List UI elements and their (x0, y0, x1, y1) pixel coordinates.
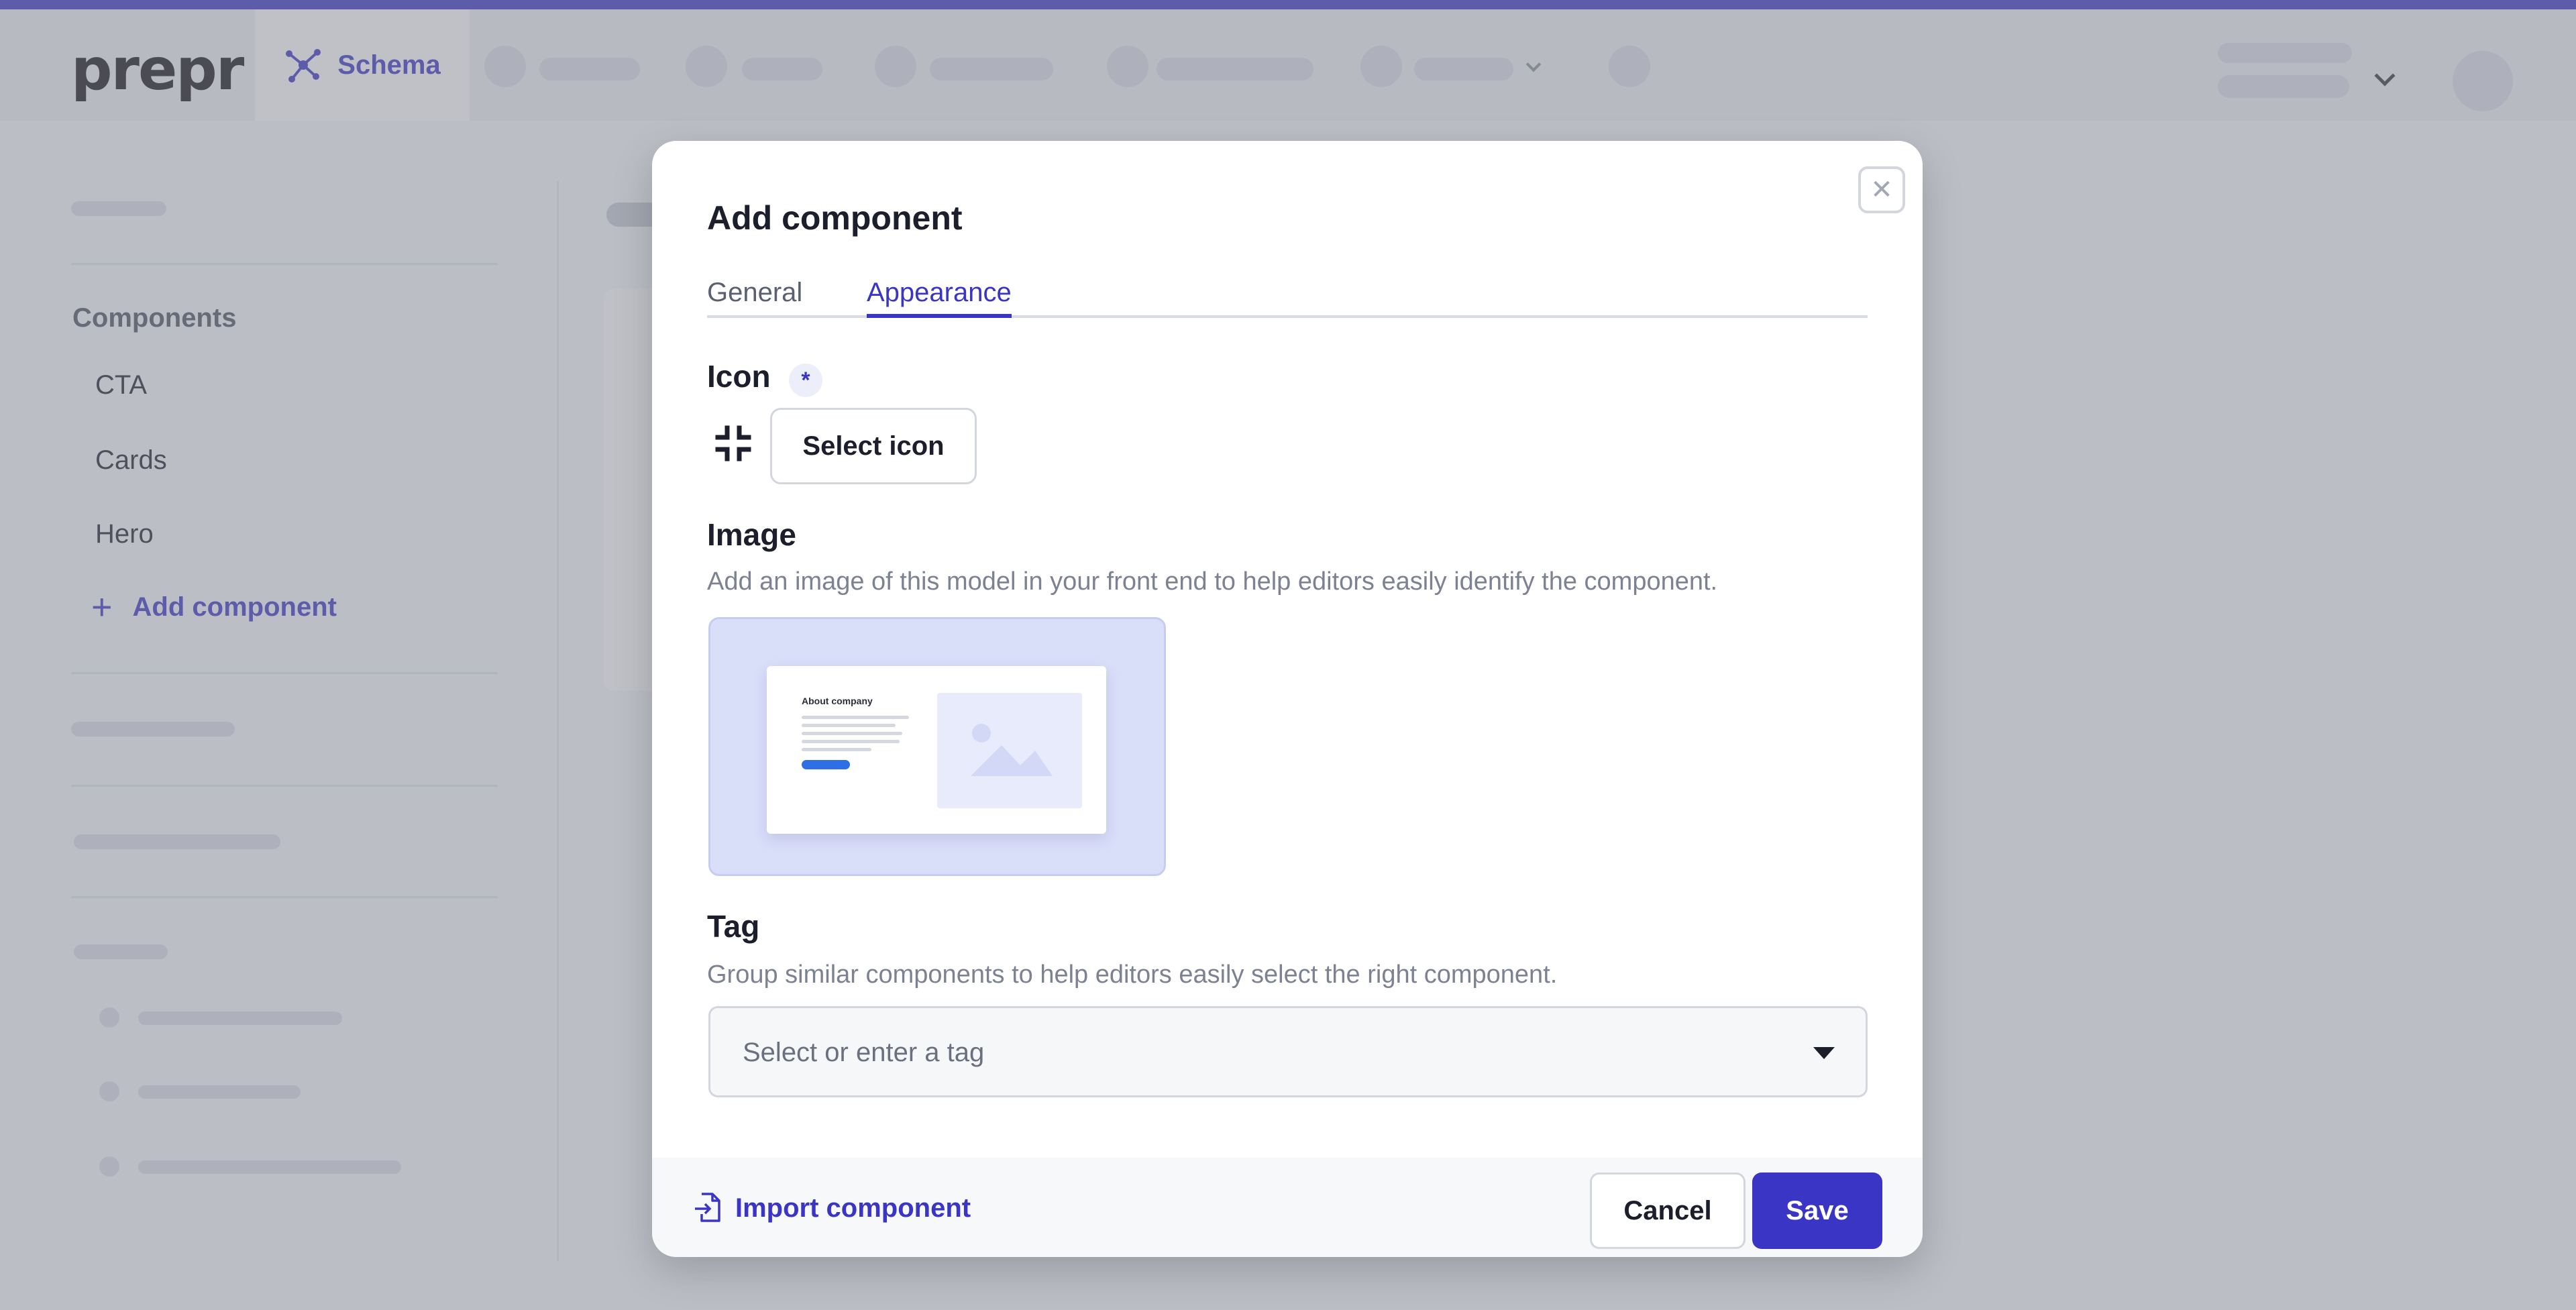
preview-text-line (802, 748, 871, 751)
image-field-label: Image (707, 517, 796, 552)
preview-text-line (802, 732, 902, 735)
cancel-button[interactable]: Cancel (1590, 1172, 1746, 1249)
import-component-label: Import component (735, 1193, 971, 1223)
preview-image-placeholder (937, 693, 1082, 808)
icon-field-label: Icon (707, 359, 771, 394)
required-marker: * (789, 364, 822, 397)
preview-text-line (802, 740, 900, 743)
dialog-footer: Import component Cancel Save (652, 1158, 1923, 1257)
tab-appearance[interactable]: Appearance (867, 272, 1012, 318)
image-field-help: Add an image of this model in your front… (707, 567, 1718, 596)
dialog-tabs: General Appearance (707, 272, 1868, 318)
landscape-image-icon (971, 724, 1053, 776)
preview-text-line (802, 716, 909, 719)
close-button[interactable]: ✕ (1858, 166, 1905, 213)
tag-select-placeholder: Select or enter a tag (743, 1038, 985, 1067)
add-component-dialog: ✕ Add component General Appearance Icon … (652, 141, 1923, 1257)
import-component-link[interactable]: Import component (692, 1191, 971, 1225)
preview-text-line (802, 724, 896, 727)
tag-field-label: Tag (707, 909, 760, 944)
preview-title: About company (802, 696, 873, 706)
tag-select[interactable]: Select or enter a tag (708, 1006, 1868, 1097)
shrink-icon (715, 425, 751, 461)
tab-general[interactable]: General (707, 272, 802, 318)
image-preview[interactable]: About company (708, 617, 1166, 876)
save-button[interactable]: Save (1752, 1172, 1882, 1249)
close-icon: ✕ (1870, 175, 1893, 205)
caret-down-icon (1813, 1047, 1835, 1059)
preview-card: About company (767, 666, 1106, 834)
dialog-title: Add component (707, 199, 963, 237)
select-icon-button[interactable]: Select icon (770, 408, 977, 484)
tag-field-help: Group similar components to help editors… (707, 961, 1558, 989)
preview-button (802, 760, 850, 769)
file-import-icon (695, 1193, 720, 1222)
